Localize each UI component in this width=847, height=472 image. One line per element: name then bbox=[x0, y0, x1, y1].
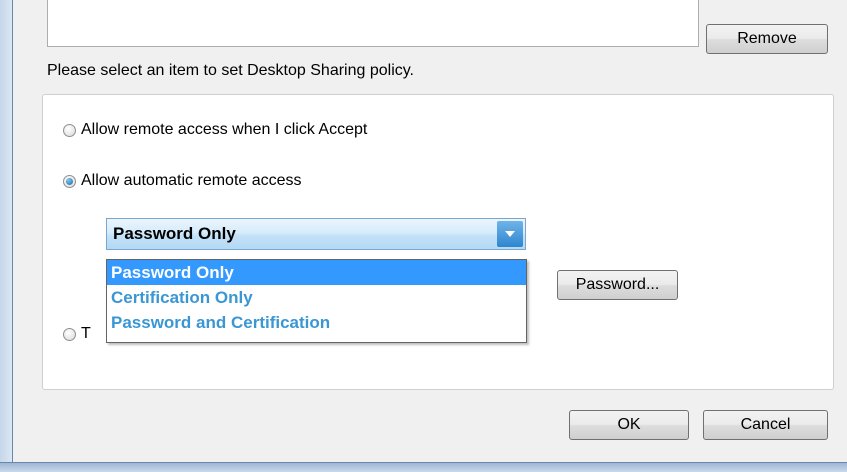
radio-automatic-label: Allow automatic remote access bbox=[81, 172, 302, 189]
radio-third-label: T bbox=[81, 325, 91, 342]
radio-third-row[interactable]: T bbox=[63, 325, 91, 343]
chevron-down-icon[interactable] bbox=[497, 221, 523, 247]
radio-accept-row[interactable]: Allow remote access when I click Accept bbox=[63, 121, 367, 139]
instruction-text: Please select an item to set Desktop Sha… bbox=[47, 62, 414, 79]
item-listbox[interactable] bbox=[47, 0, 699, 47]
radio-accept-label: Allow remote access when I click Accept bbox=[81, 121, 368, 138]
radio-third[interactable] bbox=[63, 327, 76, 341]
ok-button[interactable]: OK bbox=[569, 410, 689, 440]
cancel-button[interactable]: Cancel bbox=[703, 410, 828, 440]
radio-automatic-row[interactable]: Allow automatic remote access bbox=[63, 172, 302, 190]
remove-button[interactable]: Remove bbox=[706, 24, 828, 54]
window-frame-left bbox=[0, 0, 13, 471]
radio-automatic[interactable] bbox=[63, 174, 76, 188]
option-password-only[interactable]: Password Only bbox=[107, 260, 526, 285]
auth-method-dropdown-list: Password Only Certification Only Passwor… bbox=[106, 259, 527, 343]
auth-method-selected-value: Password Only bbox=[113, 224, 236, 243]
option-password-and-certification[interactable]: Password and Certification bbox=[107, 310, 526, 335]
desktop-sharing-dialog: Remove Please select an item to set Desk… bbox=[13, 0, 847, 462]
radio-accept[interactable] bbox=[63, 123, 76, 137]
password-button[interactable]: Password... bbox=[557, 270, 678, 300]
option-certification-only[interactable]: Certification Only bbox=[107, 285, 526, 310]
auth-method-select[interactable]: Password Only bbox=[106, 218, 526, 250]
